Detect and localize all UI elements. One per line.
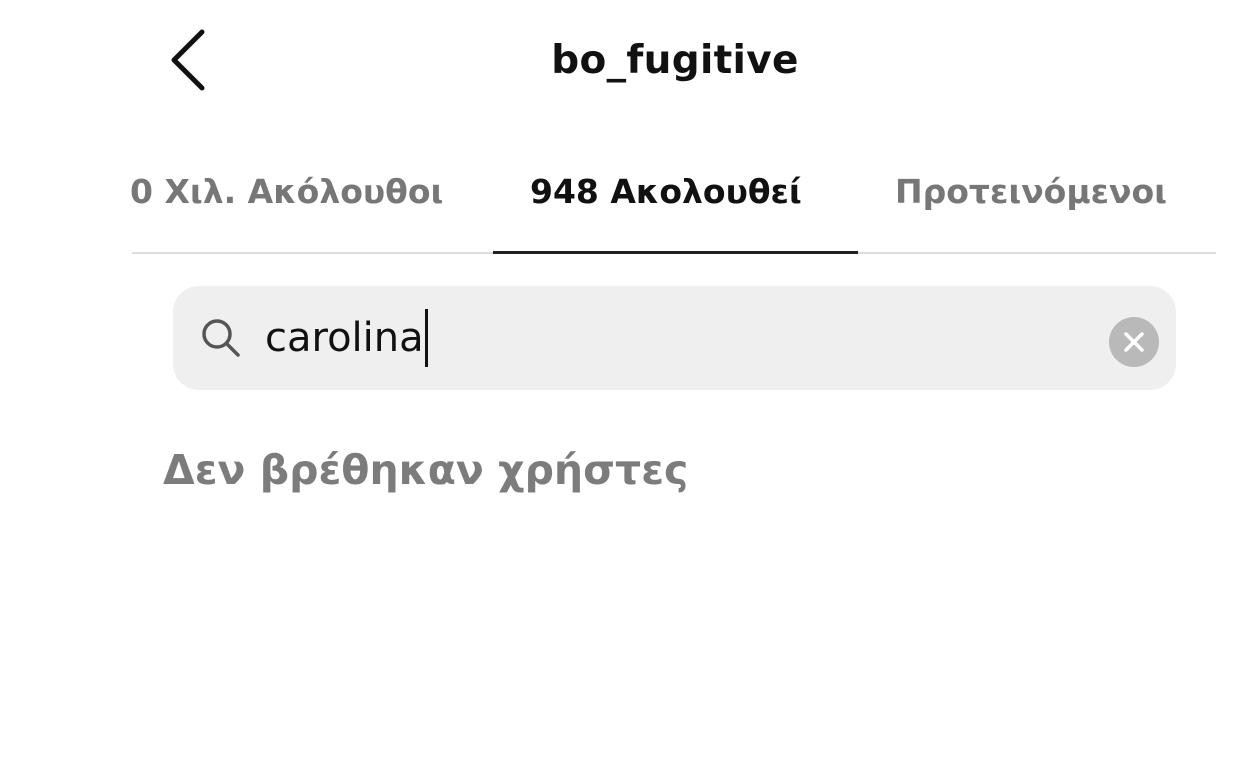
clear-search-button[interactable]: [1109, 317, 1159, 367]
following-list-screen: bo_fugitive 0 Χιλ. Ακόλουθοι 948 Ακολουθ…: [0, 0, 1260, 757]
tab-suggested[interactable]: Προτεινόμενοι: [895, 172, 1167, 211]
chevron-left-icon: [160, 26, 220, 94]
no-results-message: Δεν βρέθηκαν χρήστες: [163, 446, 689, 494]
back-button[interactable]: [160, 26, 220, 94]
search-bar[interactable]: carolina: [173, 286, 1176, 390]
page-title: bo_fugitive: [551, 38, 799, 83]
search-icon: [199, 316, 243, 360]
tab-following[interactable]: 948 Ακολουθεί: [530, 172, 802, 211]
tab-bar: 0 Χιλ. Ακόλουθοι 948 Ακολουθεί Προτεινόμ…: [0, 160, 1260, 254]
clear-icon: [1109, 317, 1159, 367]
search-input[interactable]: carolina: [265, 309, 428, 367]
tab-followers[interactable]: 0 Χιλ. Ακόλουθοι: [130, 172, 443, 211]
search-input-value: carolina: [265, 315, 424, 361]
active-tab-indicator: [493, 251, 858, 254]
text-caret: [424, 309, 428, 367]
